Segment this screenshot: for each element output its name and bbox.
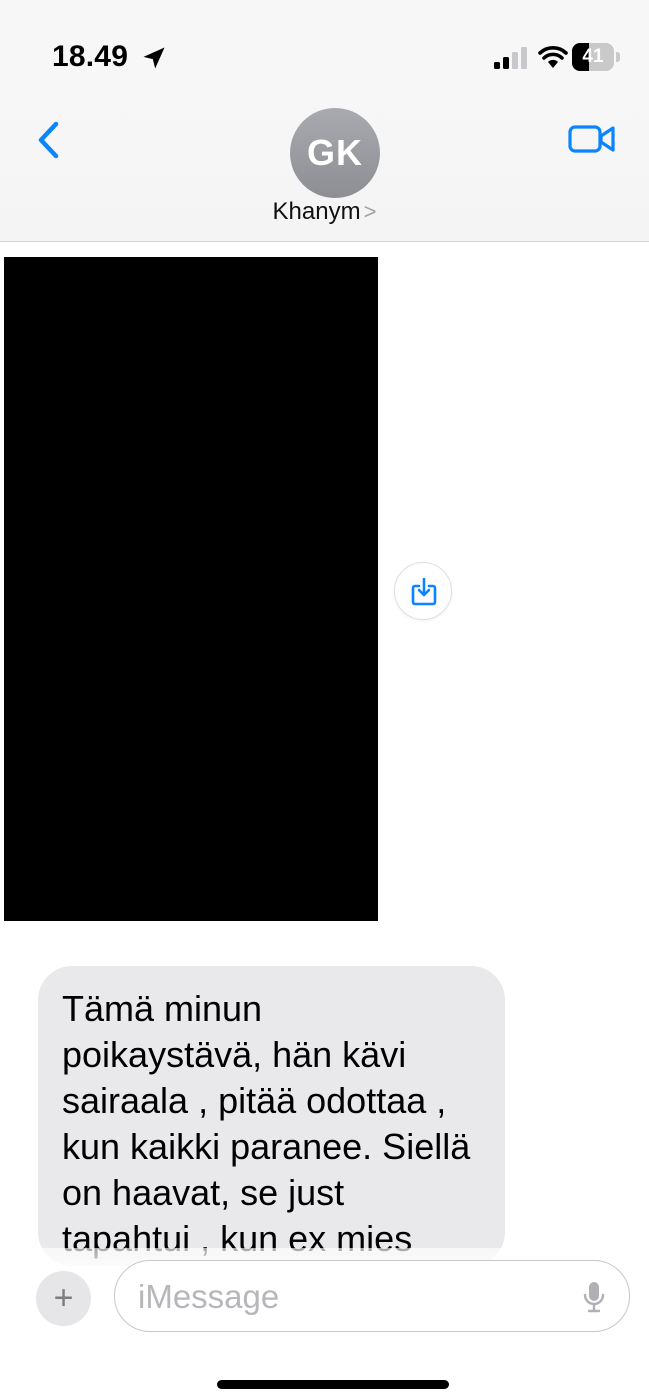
incoming-message-bubble[interactable]: Tämä minun poikaystävä, hän kävi sairaal…: [38, 966, 505, 1266]
message-input[interactable]: iMessage: [114, 1260, 630, 1332]
plus-icon[interactable]: +: [36, 1271, 91, 1326]
chevron-right-icon: >: [363, 199, 377, 224]
location-arrow-icon: [143, 47, 165, 69]
contact-name: Khanym: [272, 198, 361, 225]
contact-name-button[interactable]: Khanym >: [0, 198, 649, 226]
status-bar: 18.49 41: [0, 0, 649, 100]
battery-level: 41: [582, 46, 604, 67]
message-text: Tämä minun poikaystävä, hän kävi sairaal…: [62, 988, 471, 1259]
save-media-button[interactable]: [394, 562, 452, 620]
home-indicator: [217, 1380, 449, 1389]
microphone-icon[interactable]: [583, 1281, 605, 1313]
save-download-icon: [411, 577, 437, 606]
battery-body: 41: [572, 43, 614, 71]
battery-icon: 41: [572, 43, 620, 71]
message-placeholder: iMessage: [138, 1278, 280, 1315]
back-chevron-icon[interactable]: [30, 118, 70, 162]
status-time: 18.49: [52, 40, 129, 73]
avatar[interactable]: GK: [290, 108, 380, 198]
media-attachment[interactable]: [4, 257, 378, 921]
conversation-header: GK Khanym >: [0, 100, 649, 242]
cellular-signal-icon: [494, 47, 527, 69]
video-camera-icon[interactable]: [567, 120, 617, 158]
wifi-icon: [538, 46, 568, 68]
battery-cap: [616, 52, 620, 62]
message-composer: + iMessage: [0, 1248, 649, 1395]
